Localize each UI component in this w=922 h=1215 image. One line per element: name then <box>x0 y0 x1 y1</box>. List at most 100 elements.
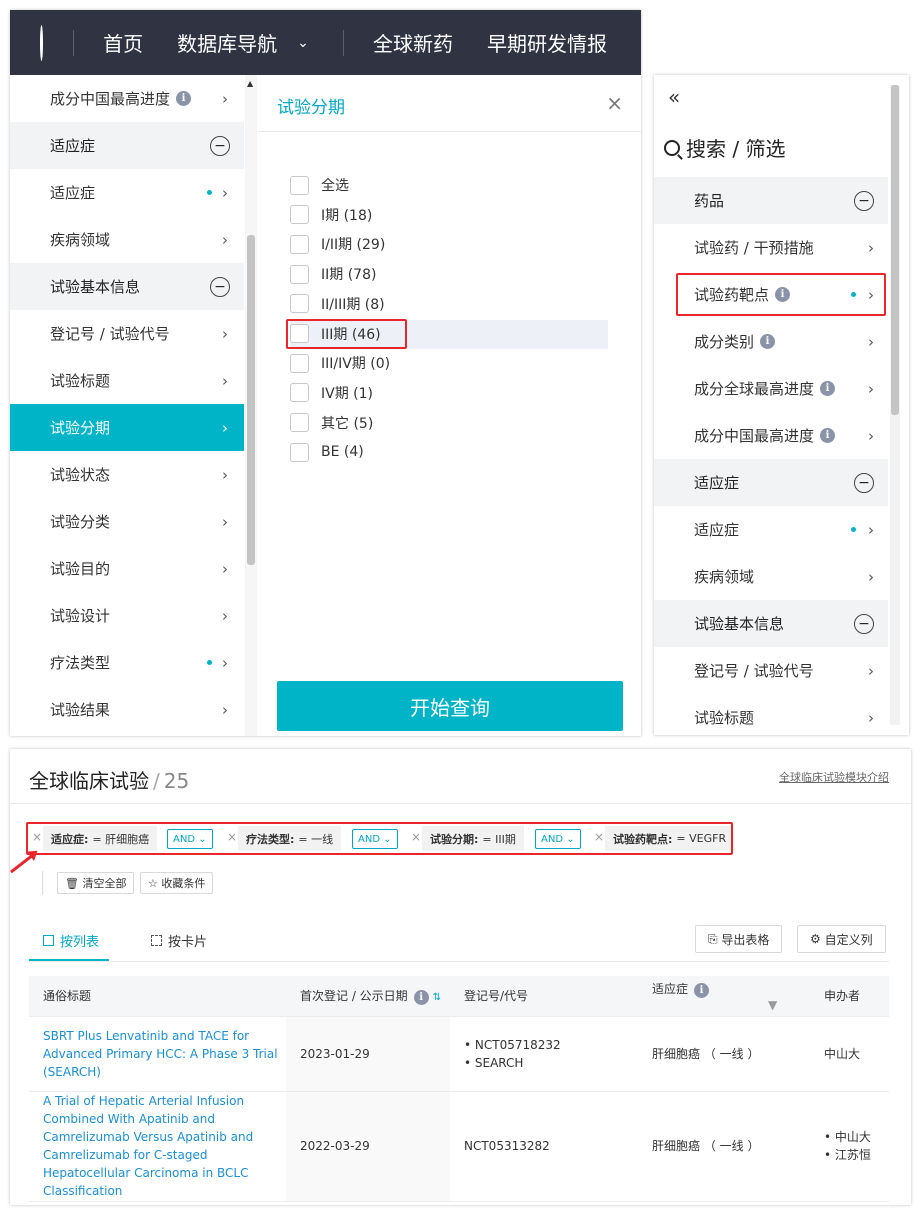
sidebar-item[interactable]: 疾病领域 › <box>10 216 244 263</box>
tab-list-view[interactable]: 按列表 <box>43 931 99 950</box>
chevron-right-icon: › <box>868 426 874 445</box>
phase-option[interactable]: 其它 (5) <box>290 411 373 435</box>
checkbox[interactable] <box>290 205 309 225</box>
info-icon[interactable]: i <box>694 982 710 998</box>
chevron-right-icon: › <box>868 379 874 398</box>
info-icon[interactable]: i <box>760 334 776 349</box>
sidebar-item[interactable]: 试验药 / 干预措施 › <box>654 224 888 271</box>
scroll-up-icon[interactable]: ▲ <box>247 79 253 88</box>
phase-option[interactable]: IV期 (1) <box>290 381 373 405</box>
sidebar-group-header[interactable]: 试验基本信息 − <box>10 263 244 310</box>
sidebar-group-header[interactable]: 试验基本信息 − <box>654 600 888 647</box>
tab-label: 按卡片 <box>168 935 208 950</box>
sidebar-item[interactable]: 成分中国最高进度 i › <box>10 75 244 122</box>
sidebar-item-label: 成分中国最高进度 <box>694 427 815 445</box>
phase-option[interactable]: II/III期 (8) <box>290 292 385 316</box>
sidebar-item[interactable]: 适应症 › <box>10 169 244 216</box>
close-icon[interactable]: × <box>606 91 623 115</box>
sidebar-item-label: 适应症 <box>694 521 740 539</box>
panel-scrollbar[interactable] <box>890 85 900 725</box>
checkbox[interactable] <box>290 234 309 254</box>
sidebar-item[interactable]: 试验目的 › <box>10 545 244 592</box>
nav-home[interactable]: 首页 <box>103 28 143 57</box>
nav-early-rd[interactable]: 早期研发情报 <box>487 28 607 57</box>
phase-option-label: IV期 (1) <box>321 385 373 402</box>
chevron-right-icon: › <box>222 465 228 484</box>
collapse-minus-icon[interactable]: − <box>854 190 874 211</box>
phase-option[interactable]: III/IV期 (0) <box>290 351 390 375</box>
sidebar-item[interactable]: 疾病领域 › <box>654 553 888 600</box>
sponsor-name: 中山大 <box>824 1046 861 1061</box>
module-intro-link[interactable]: 全球临床试验模块介绍 <box>779 769 889 785</box>
export-table-button[interactable]: ⎘ 导出表格 <box>695 925 783 953</box>
gear-icon: ⚙ <box>810 932 825 946</box>
sidebar-scrollbar[interactable]: ▲ <box>245 75 257 736</box>
logo-icon[interactable] <box>40 24 44 61</box>
phase-option[interactable]: I期 (18) <box>290 203 372 227</box>
collapse-minus-icon[interactable]: − <box>854 472 874 493</box>
start-query-button[interactable]: 开始查询 <box>277 681 623 731</box>
info-icon[interactable]: i <box>176 91 192 106</box>
sort-icon[interactable]: ⇅ <box>433 992 441 1003</box>
cell-indication: 肝细胞癌 （ 一线 ） <box>638 1016 810 1092</box>
column-header-date[interactable]: 首次登记 / 公示日期 i ⇅ <box>286 976 450 1017</box>
sidebar-item[interactable]: 成分中国最高进度 i › <box>654 412 888 459</box>
sidebar-item[interactable]: 试验标题 › <box>10 357 244 404</box>
custom-columns-button[interactable]: ⚙ 自定义列 <box>797 925 886 953</box>
scrollbar-thumb[interactable] <box>247 235 255 565</box>
checkbox[interactable] <box>290 413 309 433</box>
column-header-sponsor: 申办者 <box>810 976 889 1017</box>
sidebar-item[interactable]: 试验结果 › <box>10 686 244 733</box>
sidebar-item[interactable]: 试验设计 › <box>10 592 244 639</box>
info-icon[interactable]: i <box>820 381 836 396</box>
phase-option-label: I期 (18) <box>321 207 373 224</box>
collapse-minus-icon[interactable]: − <box>210 135 230 156</box>
sidebar-item-label: 试验分类 <box>50 513 111 531</box>
trial-id: • NCT05718232 <box>464 1037 561 1052</box>
collapse-minus-icon[interactable]: − <box>854 613 874 634</box>
trial-title-link[interactable]: SBRT Plus Lenvatinib and TACE for Advanc… <box>43 1029 278 1079</box>
checkbox[interactable] <box>290 383 309 403</box>
sidebar-item[interactable]: 试验状态 › <box>10 451 244 498</box>
phase-option[interactable]: I/II期 (29) <box>290 232 385 256</box>
trash-icon: 🗑 <box>65 876 83 890</box>
tab-card-view[interactable]: 按卡片 <box>151 931 207 950</box>
sidebar-item[interactable]: 试验标题 › <box>654 694 888 735</box>
info-icon[interactable]: i <box>820 428 836 443</box>
sidebar-item[interactable]: 试验分类 › <box>10 498 244 545</box>
checkbox[interactable] <box>290 442 309 462</box>
nav-global-drugs[interactable]: 全球新药 <box>373 28 453 57</box>
sidebar-item[interactable]: 疗法类型 › <box>10 639 244 686</box>
sidebar-item[interactable]: 试验分期 › <box>10 404 244 451</box>
collapse-minus-icon[interactable]: − <box>210 276 230 297</box>
star-icon: ☆ <box>148 876 162 890</box>
filter-funnel-icon[interactable]: ▼ <box>768 998 777 1012</box>
sidebar-item[interactable]: 成分类别 i › <box>654 318 888 365</box>
sidebar-group-header[interactable]: 适应症 − <box>654 459 888 506</box>
phase-option[interactable]: 全选 <box>290 173 349 197</box>
sidebar-group-header[interactable]: 适应症 − <box>10 122 244 169</box>
sidebar-item[interactable]: 成分全球最高进度 i › <box>654 365 888 412</box>
sidebar-item-label: 疾病领域 <box>694 568 755 586</box>
sidebar-item[interactable]: 适应症 › <box>654 506 888 553</box>
save-conditions-button[interactable]: ☆ 收藏条件 <box>140 872 214 894</box>
phase-option[interactable]: II期 (78) <box>290 262 376 286</box>
sidebar-item[interactable]: 登记号 / 试验代号 › <box>654 647 888 694</box>
scrollbar-thumb[interactable] <box>891 85 899 415</box>
checkbox[interactable] <box>290 175 309 195</box>
clear-all-button[interactable]: 🗑 清空全部 <box>57 872 135 894</box>
checkbox[interactable] <box>290 264 309 284</box>
collapse-icon[interactable]: « <box>668 85 680 109</box>
clear-all-label: 清空全部 <box>82 877 127 890</box>
checkbox[interactable] <box>290 294 309 314</box>
sidebar-item[interactable]: 登记号 / 试验代号 › <box>10 310 244 357</box>
checkbox[interactable] <box>290 353 309 373</box>
phase-option-label: 全选 <box>321 178 349 194</box>
sidebar-group-header[interactable]: 药品 − <box>654 177 888 224</box>
info-icon[interactable]: i <box>413 989 429 1005</box>
phase-option[interactable]: BE (4) <box>290 440 364 464</box>
trial-title-link[interactable]: A Trial of Hepatic Arterial Infusion Com… <box>43 1094 253 1198</box>
column-label: 首次登记 / 公示日期 <box>300 988 408 1003</box>
cell-sponsor: • 中山大 • 江苏恒 <box>810 1091 889 1202</box>
nav-database[interactable]: 数据库导航 ⌄ <box>177 28 309 57</box>
